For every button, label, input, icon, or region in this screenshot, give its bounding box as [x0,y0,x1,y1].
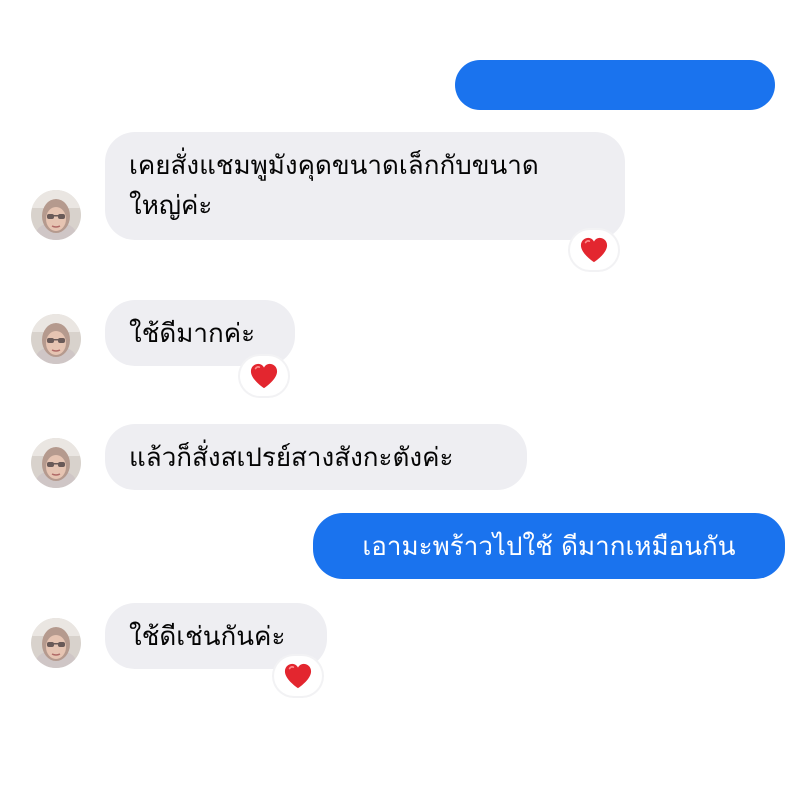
outgoing-message-bubble[interactable]: เอามะพร้าวไปใช้ ดีมากเหมือนกัน [313,513,785,579]
heart-icon [283,662,313,690]
profile-photo [31,618,81,668]
outgoing-message-bubble-partial[interactable] [455,60,775,110]
reaction-badge[interactable] [240,356,288,396]
message-text: แล้วก็สั่งสเปรย์สางสังกะตังค่ะ [129,443,454,473]
incoming-message-bubble[interactable]: แล้วก็สั่งสเปรย์สางสังกะตังค่ะ [105,424,527,490]
chat-thread: เคยสั่งแชมพูมังคุดขนาดเล็กกับขนาด ใหญ่ค่… [0,0,800,800]
incoming-message-bubble[interactable]: เคยสั่งแชมพูมังคุดขนาดเล็กกับขนาด ใหญ่ค่… [105,132,625,240]
avatar[interactable] [31,618,81,668]
message-text: เอามะพร้าวไปใช้ ดีมากเหมือนกัน [362,532,736,562]
profile-photo [31,190,81,240]
heart-icon [249,362,279,390]
message-text-line: เคยสั่งแชมพูมังคุดขนาดเล็กกับขนาด [129,151,539,181]
avatar[interactable] [31,438,81,488]
message-text-line: ใหญ่ค่ะ [129,191,213,221]
avatar[interactable] [31,314,81,364]
avatar[interactable] [31,190,81,240]
heart-icon [579,236,609,264]
message-text: ใช้ดีมากค่ะ [129,319,256,349]
profile-photo [31,314,81,364]
message-text: ใช้ดีเช่นกันค่ะ [129,622,286,652]
profile-photo [31,438,81,488]
reaction-badge[interactable] [274,656,322,696]
reaction-badge[interactable] [570,230,618,270]
